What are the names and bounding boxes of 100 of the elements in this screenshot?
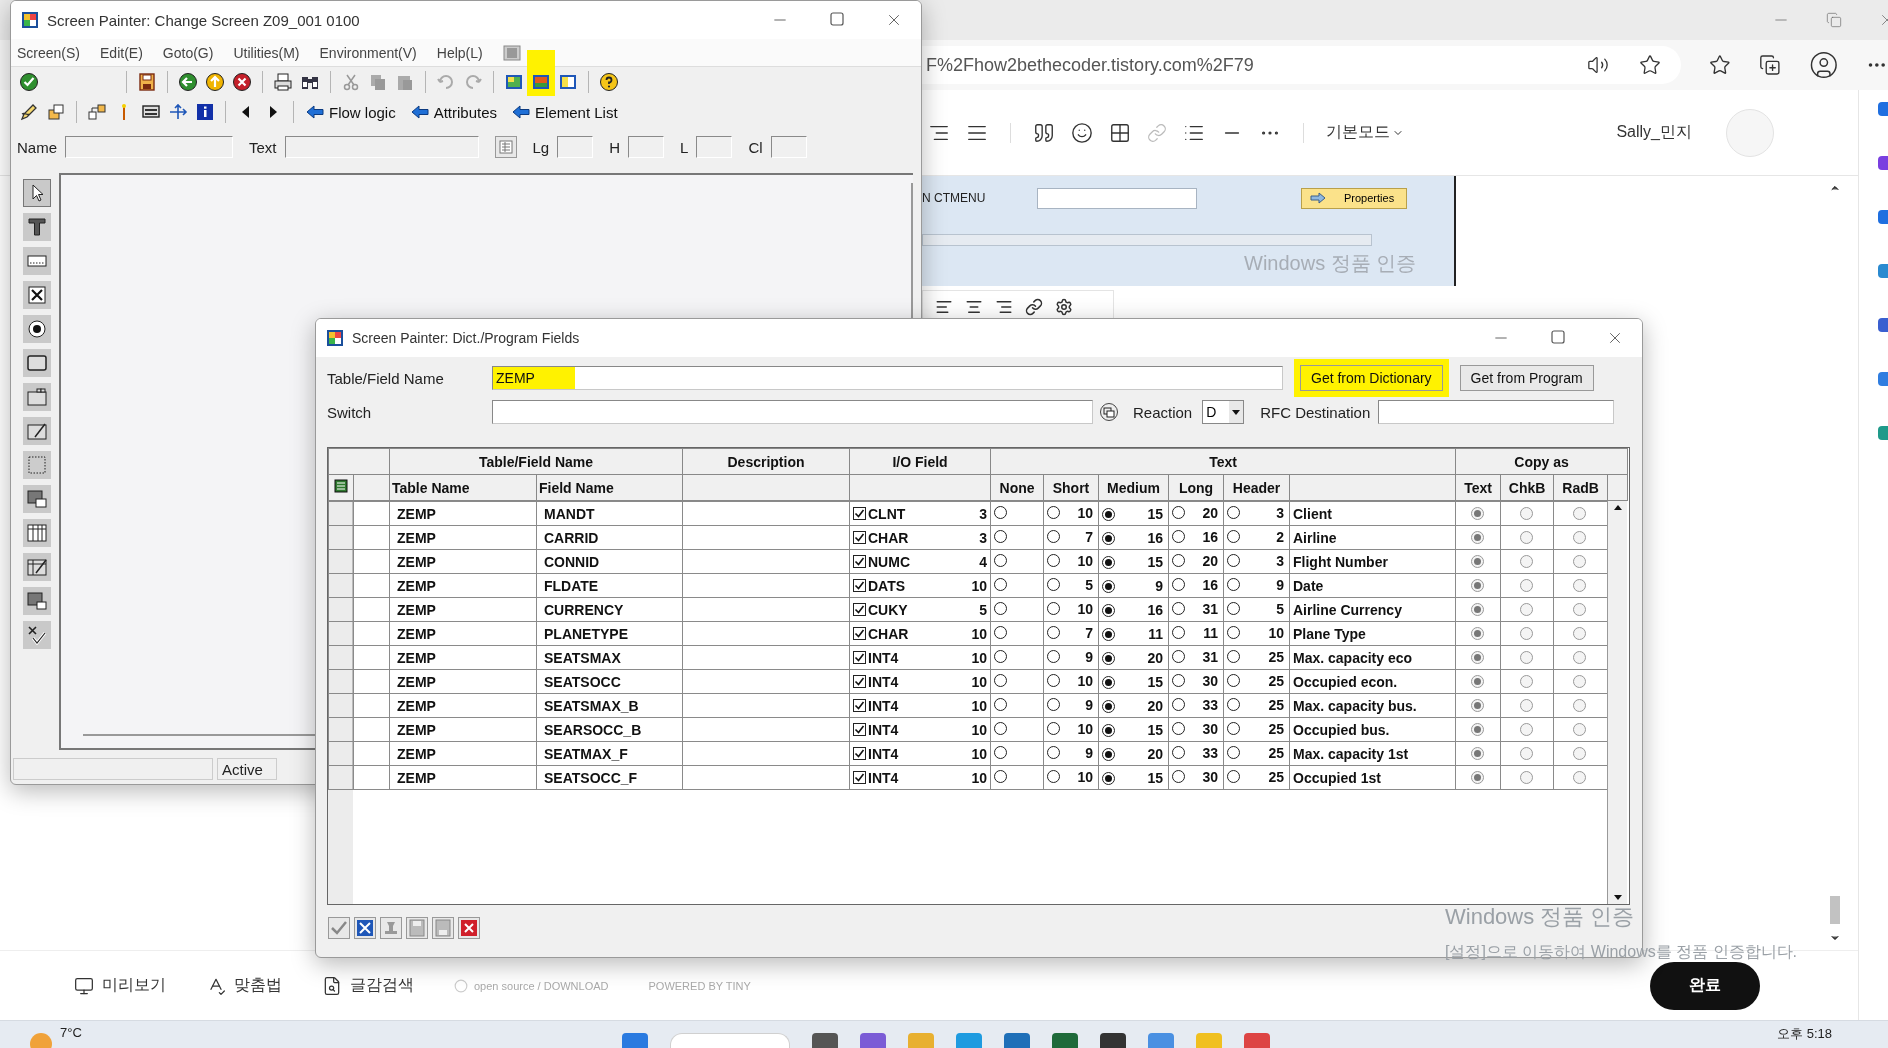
tool-button[interactable] bbox=[23, 587, 51, 615]
checkbox[interactable]: CLNT bbox=[853, 505, 906, 522]
layout-icon[interactable] bbox=[504, 72, 524, 92]
taskbar-app-icon[interactable] bbox=[1051, 1033, 1078, 1048]
radio-button[interactable] bbox=[1519, 627, 1535, 640]
value-help-button[interactable] bbox=[1097, 400, 1121, 424]
tool-button[interactable] bbox=[23, 315, 51, 343]
speaker-icon[interactable] bbox=[1587, 54, 1610, 76]
exit-icon[interactable] bbox=[205, 72, 225, 92]
list-button[interactable] bbox=[494, 136, 517, 158]
tool-button[interactable] bbox=[23, 621, 51, 649]
input-field[interactable] bbox=[1378, 400, 1615, 424]
scroll-down-icon[interactable] bbox=[1612, 894, 1623, 902]
cancel-icon[interactable] bbox=[232, 72, 252, 92]
sidebar-icon[interactable] bbox=[1878, 426, 1888, 440]
radio-button[interactable] bbox=[1573, 531, 1588, 544]
arrows-icon[interactable] bbox=[168, 102, 188, 122]
copy-icon[interactable] bbox=[368, 72, 388, 92]
radio-button[interactable] bbox=[1470, 675, 1486, 688]
radio-button[interactable] bbox=[1573, 651, 1588, 664]
menu-item[interactable]: Goto(G) bbox=[162, 44, 214, 61]
table-settings-icon[interactable] bbox=[334, 479, 348, 493]
checkbox[interactable]: CHAR bbox=[853, 625, 909, 642]
radio-button[interactable] bbox=[1470, 531, 1486, 544]
input-field[interactable] bbox=[770, 136, 807, 158]
radio-button[interactable] bbox=[1519, 699, 1535, 712]
radio-button[interactable] bbox=[1470, 747, 1486, 760]
radio-button[interactable] bbox=[1519, 675, 1535, 688]
bottom-bar-button[interactable]: 미리보기 bbox=[74, 975, 166, 996]
profile-icon[interactable] bbox=[1808, 50, 1839, 80]
tool-button[interactable] bbox=[23, 519, 51, 547]
menu-item[interactable]: Screen(S) bbox=[17, 44, 81, 61]
input-field[interactable]: ZEMP bbox=[492, 366, 1283, 390]
bottom-bar-button[interactable]: 맞춤법 bbox=[206, 975, 282, 996]
sidebar-icon[interactable] bbox=[1878, 372, 1888, 386]
radio-button[interactable] bbox=[1573, 507, 1588, 520]
tool-button[interactable] bbox=[23, 383, 51, 411]
reaction-dropdown[interactable]: D bbox=[1202, 400, 1245, 424]
objects-icon[interactable] bbox=[46, 102, 66, 122]
taskbar-app-icon[interactable] bbox=[1099, 1033, 1126, 1048]
sidebar-icon[interactable] bbox=[1878, 102, 1888, 116]
tool-button[interactable] bbox=[23, 281, 51, 309]
radio-button[interactable] bbox=[1519, 579, 1535, 592]
input-field[interactable] bbox=[284, 136, 479, 158]
sidebar-icon[interactable] bbox=[1878, 210, 1888, 224]
radio-button[interactable] bbox=[1573, 675, 1588, 688]
radio-button[interactable] bbox=[1470, 699, 1486, 712]
nav-button[interactable]: Element List bbox=[510, 103, 624, 121]
tool-button[interactable] bbox=[23, 417, 51, 445]
radio-button[interactable] bbox=[1573, 579, 1588, 592]
dictionary-button[interactable]: Get from Program bbox=[1459, 365, 1594, 391]
scroll-thumb[interactable] bbox=[1830, 896, 1840, 924]
layout-icon[interactable] bbox=[558, 72, 578, 92]
radio-button[interactable] bbox=[1519, 723, 1535, 736]
checkbox[interactable]: CHAR bbox=[853, 529, 909, 546]
menu-item[interactable]: Edit(E) bbox=[100, 44, 143, 61]
check-icon[interactable] bbox=[19, 72, 39, 92]
properties-button[interactable]: Properties bbox=[1301, 187, 1407, 209]
maximize-icon[interactable] bbox=[1550, 329, 1566, 345]
address-bar[interactable]: F%2Fhow2bethecoder.tistory.com%2F79 bbox=[922, 46, 1682, 84]
checkbox[interactable]: DATS bbox=[853, 577, 906, 594]
radio-button[interactable] bbox=[1470, 579, 1486, 592]
tool-button[interactable] bbox=[354, 917, 376, 939]
radio-button[interactable] bbox=[1470, 771, 1486, 784]
menu-item[interactable]: Utilities(M) bbox=[233, 44, 300, 61]
taskbar-app-icon[interactable] bbox=[811, 1033, 838, 1048]
nav-button[interactable]: Attributes bbox=[408, 103, 504, 121]
tool-button[interactable] bbox=[23, 485, 51, 513]
pencil-icon[interactable] bbox=[19, 102, 39, 122]
start-icon[interactable] bbox=[621, 1033, 648, 1048]
scrollbar[interactable] bbox=[1607, 501, 1627, 904]
tool-button[interactable] bbox=[23, 553, 51, 581]
checkbox[interactable]: NUMC bbox=[853, 553, 910, 570]
input-field[interactable] bbox=[628, 136, 665, 158]
checkbox[interactable]: INT4 bbox=[853, 721, 899, 738]
radio-button[interactable] bbox=[1573, 699, 1588, 712]
back-icon[interactable] bbox=[178, 72, 198, 92]
checkbox[interactable]: INT4 bbox=[853, 697, 899, 714]
radio-button[interactable] bbox=[1470, 507, 1486, 520]
emoji-icon[interactable] bbox=[1071, 121, 1093, 144]
radio-button[interactable] bbox=[1470, 603, 1486, 616]
input-field[interactable] bbox=[1037, 187, 1197, 209]
scroll-up-icon[interactable] bbox=[1612, 503, 1623, 511]
favorites-icon[interactable] bbox=[1709, 54, 1732, 76]
input-field[interactable] bbox=[492, 400, 1093, 424]
scissors-icon[interactable] bbox=[341, 72, 361, 92]
collections-icon[interactable] bbox=[1759, 54, 1781, 76]
radio-button[interactable] bbox=[1519, 771, 1535, 784]
checkbox[interactable]: CUKY bbox=[853, 601, 908, 618]
radio-button[interactable] bbox=[1573, 603, 1588, 616]
info-icon[interactable] bbox=[195, 102, 215, 122]
layout-icon[interactable] bbox=[531, 72, 551, 92]
sidebar-icon[interactable] bbox=[1878, 156, 1888, 170]
tool-button[interactable] bbox=[23, 179, 51, 207]
menu-item[interactable]: Help(L) bbox=[436, 44, 483, 61]
checkbox[interactable]: INT4 bbox=[853, 673, 899, 690]
save-icon[interactable] bbox=[137, 72, 157, 92]
star-icon[interactable] bbox=[1639, 54, 1662, 76]
checkbox[interactable]: INT4 bbox=[853, 649, 899, 666]
nav-button[interactable]: Flow logic bbox=[304, 103, 402, 121]
